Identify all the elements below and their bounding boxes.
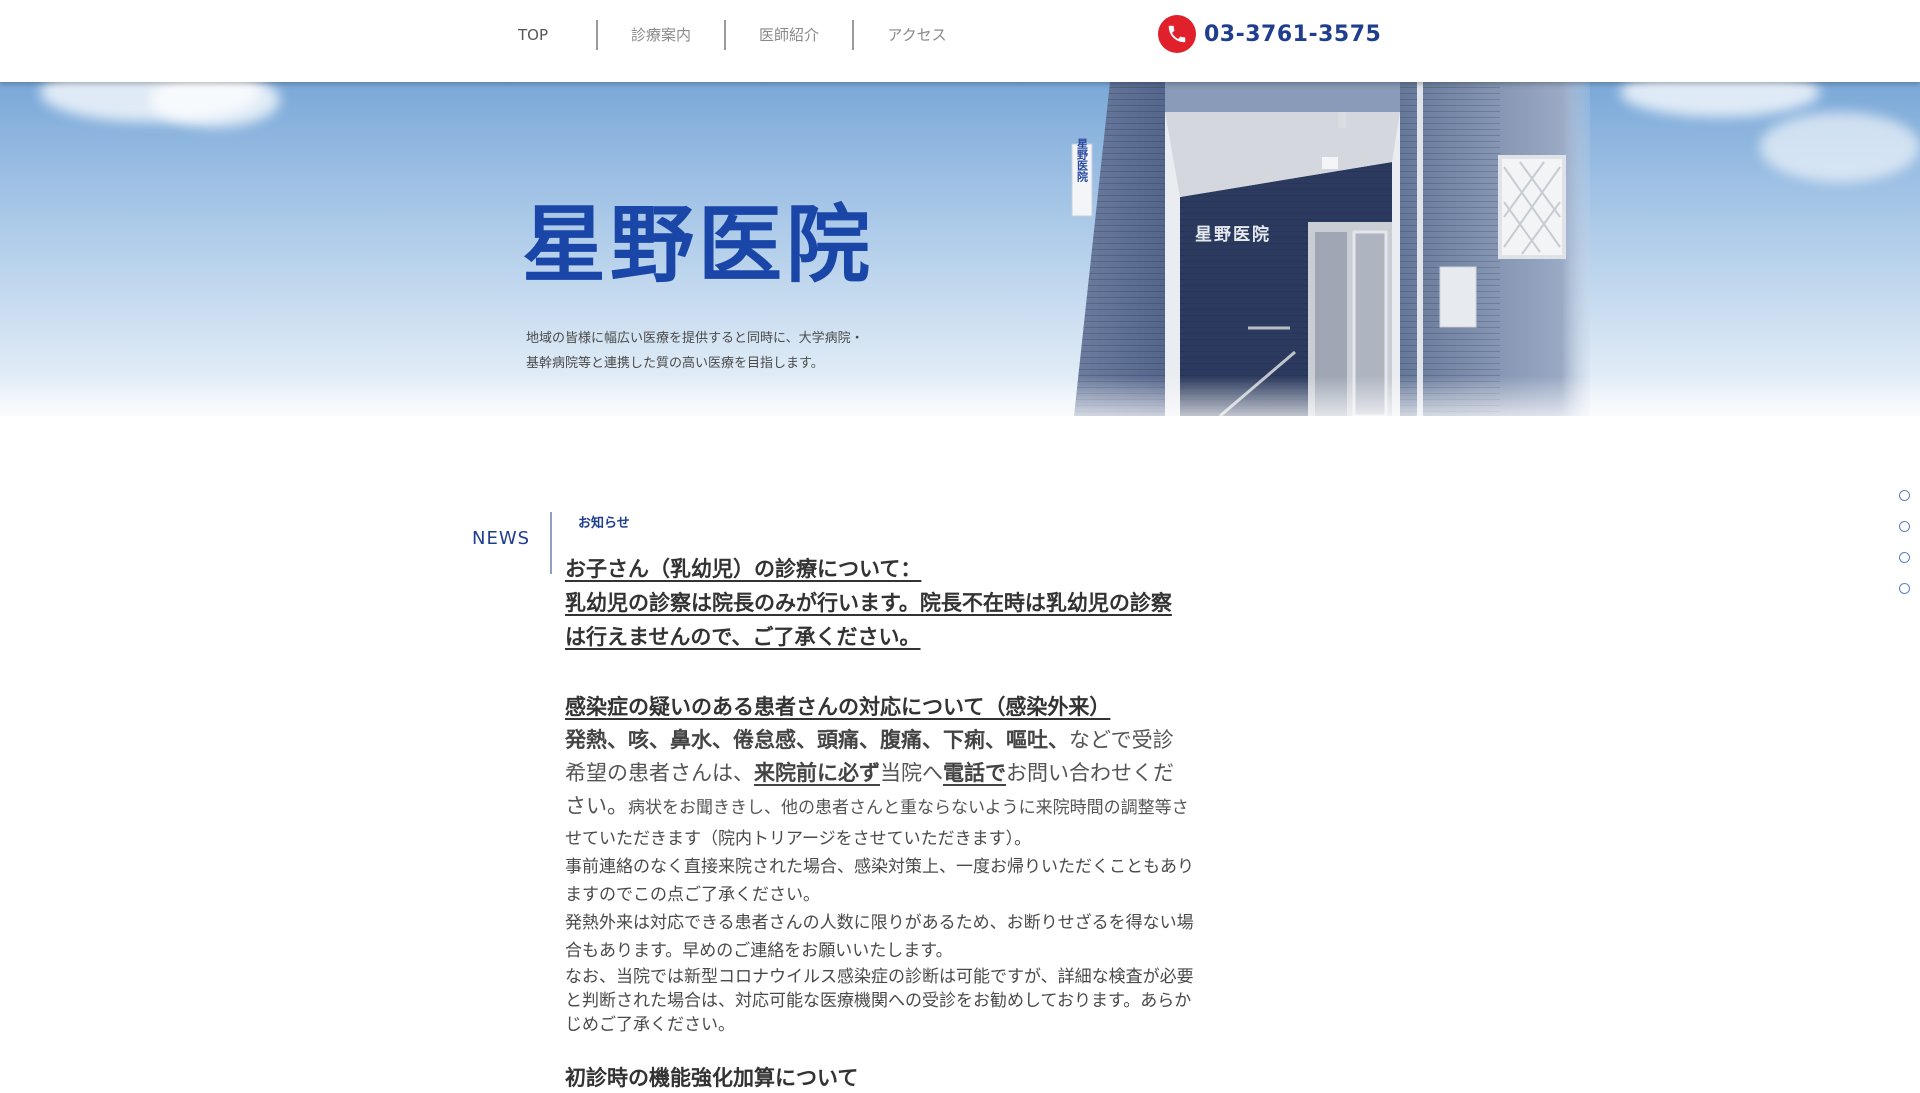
- clinic-building-photo: 星野医院 星野医院: [1071, 82, 1590, 416]
- site-header: TOP 診療案内 医師紹介 アクセス 03-3761-3575: [0, 0, 1920, 82]
- nav-services[interactable]: 診療案内: [596, 20, 724, 50]
- infection-notice-para: せていただきます（院内トリアージをさせていただきます）。 事前連絡のなく直接来院…: [565, 829, 1194, 961]
- emphasis-before-visit: 来院前に必ず: [754, 761, 880, 785]
- section-dot-1[interactable]: [1899, 490, 1910, 501]
- infant-notice-title: お子さん（乳幼児）の診療について： 乳幼児の診察は院長のみが行います。院長不在時…: [565, 552, 1245, 654]
- initial-visit-fee-title: 初診時の機能強化加算について: [565, 1066, 859, 1090]
- tagline: 地域の皆様に幅広い医療を提供すると同時に、大学病院・ 基幹病院等と連携した質の高…: [526, 326, 864, 376]
- phone-contact[interactable]: 03-3761-3575: [1158, 14, 1381, 54]
- section-dot-4[interactable]: [1899, 583, 1910, 594]
- infection-notice-body: 発熱、咳、鼻水、倦怠感、頭痛、腹痛、下痢、嘔吐、などで受診 希望の患者さんは、来…: [565, 728, 1189, 818]
- tagline-line: 基幹病院等と連携した質の高い医療を目指します。: [526, 356, 824, 371]
- vertical-sign: 星野医院: [1076, 138, 1089, 183]
- notice-category: お知らせ: [578, 516, 630, 531]
- section-dot-nav: [1899, 490, 1910, 614]
- emphasis-by-phone: 電話で: [943, 761, 1006, 785]
- main-nav: TOP 診療案内 医師紹介 アクセス: [470, 20, 980, 50]
- building-sign: 星野医院: [1195, 224, 1271, 245]
- notice-line: は行えませんので、ご了承ください。: [565, 625, 921, 649]
- covid-diagnosis-para: なお、当院では新型コロナウイルス感染症の診断は可能ですが、詳細な検査が必要 と判…: [565, 967, 1194, 1035]
- hero-fade: [0, 376, 1920, 416]
- news-section-label: NEWS: [472, 528, 531, 549]
- tagline-line: 地域の皆様に幅広い医療を提供すると同時に、大学病院・: [526, 331, 864, 346]
- clinic-name-logo: 星野医院: [522, 196, 875, 294]
- hero-banner: 星野医院 地域の皆様に幅広い医療を提供すると同時に、大学病院・ 基幹病院等と連携…: [0, 82, 1920, 416]
- phone-icon[interactable]: [1158, 15, 1196, 53]
- news-article: お子さん（乳幼児）の診療について： 乳幼児の診察は院長のみが行います。院長不在時…: [565, 552, 1245, 1093]
- nav-access[interactable]: アクセス: [852, 20, 980, 50]
- notice-line: お子さん（乳幼児）の診療について：: [565, 557, 922, 581]
- section-dot-3[interactable]: [1899, 552, 1910, 563]
- notice-line: 乳幼児の診察は院長のみが行います。院長不在時は乳幼児の診察: [565, 591, 1172, 615]
- symptom-list: 発熱、咳、鼻水、倦怠感、頭痛、腹痛、下痢、嘔吐、: [565, 728, 1069, 752]
- section-dot-2[interactable]: [1899, 521, 1910, 532]
- infection-notice-title: 感染症の疑いのある患者さんの対応について（感染外来）: [565, 695, 1111, 719]
- nav-doctors[interactable]: 医師紹介: [724, 20, 852, 50]
- phone-number[interactable]: 03-3761-3575: [1204, 22, 1381, 47]
- news-divider: [550, 512, 552, 574]
- nav-top[interactable]: TOP: [470, 20, 596, 50]
